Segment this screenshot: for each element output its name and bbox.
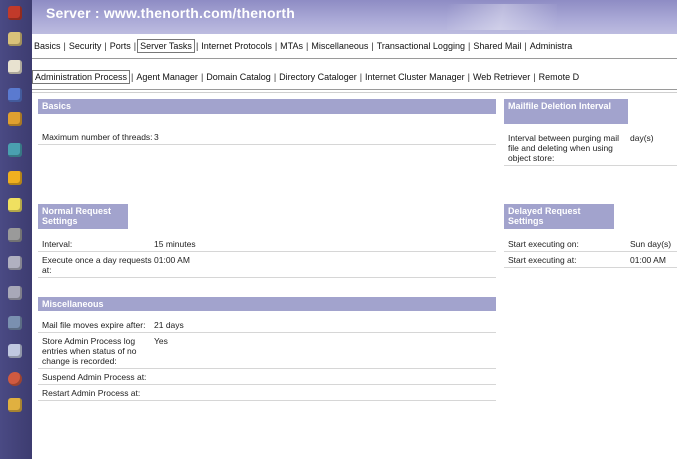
database-icon[interactable] [8,6,22,20]
field-row: Interval: 15 minutes [38,236,496,252]
section-header: Basics [38,99,496,114]
field-label: Store Admin Process log entries when sta… [42,336,137,366]
document-icon[interactable] [8,143,22,157]
primary-tab[interactable]: Basics [32,39,63,53]
calendar-icon[interactable] [8,60,22,74]
section-header: Delayed Request Settings [504,204,614,229]
window-title: Server : www.thenorth.com/thenorth [46,5,295,21]
field-value: Yes [154,336,168,346]
section-header: Normal Request Settings [38,204,128,229]
chart-icon[interactable] [8,228,22,242]
basics-section: Basics Maximum number of threads: 3 [38,99,496,145]
field-label: Maximum number of threads: [42,132,153,142]
field-row: Restart Admin Process at: [38,385,496,401]
field-value: 01:00 AM [154,255,190,265]
secondary-tab[interactable]: Remote D [537,70,582,84]
field-label: Suspend Admin Process at: [42,372,147,382]
secondary-tab[interactable]: Domain Catalog [204,70,273,84]
primary-tab[interactable]: Server Tasks [137,39,195,53]
primary-tab[interactable]: Internet Protocols [199,39,274,53]
divider [32,58,677,59]
secondary-tab-strip: Administration Process | Agent Manager | Dom… [32,70,677,86]
launcher-bar [0,0,32,459]
network-icon[interactable] [8,198,22,212]
section-header: Miscellaneous [38,297,496,311]
primary-tab[interactable]: Ports [108,39,133,53]
field-label: Restart Admin Process at: [42,388,141,398]
field-row: Store Admin Process log entries when sta… [38,333,496,369]
field-value: 3 [154,132,159,142]
secondary-tab[interactable]: Agent Manager [134,70,200,84]
field-value [154,388,496,398]
help-icon[interactable] [8,344,22,358]
divider [32,92,677,93]
primary-tab[interactable]: Administra [528,39,575,53]
toolbox-icon[interactable] [8,398,22,412]
miscellaneous-section: Miscellaneous Mail file moves expire aft… [38,297,496,401]
divider [32,89,677,90]
mail-icon[interactable] [8,32,22,46]
primary-tab[interactable]: MTAs [278,39,305,53]
field-value: 01:00 AM [630,255,666,265]
field-row: Interval between purging mail file and d… [504,130,677,166]
globe-icon[interactable] [8,88,22,102]
primary-tab[interactable]: Transactional Logging [375,39,467,53]
field-label: Mail file moves expire after: [42,320,146,330]
title-watermark [447,4,557,30]
field-label: Start executing on: [508,239,579,249]
field-value: 15 minutes [154,239,196,249]
field-value: Sun day(s) [630,239,672,249]
field-label: Start executing at: [508,255,577,265]
field-row: Mail file moves expire after: 21 days [38,317,496,333]
field-row: Start executing at: 01:00 AM [504,252,677,268]
field-value [154,372,496,382]
secondary-tab[interactable]: Internet Cluster Manager [363,70,467,84]
settings-icon[interactable] [8,316,22,330]
secondary-tab[interactable]: Directory Cataloger [277,70,359,84]
field-label: Interval between purging mail file and d… [508,133,620,163]
field-label: Execute once a day requests at: [42,255,152,275]
field-row: Start executing on: Sun day(s) [504,236,677,252]
print-icon[interactable] [8,286,22,300]
field-value: day(s) [630,133,654,143]
disk-icon[interactable] [8,256,22,270]
search-icon[interactable] [8,372,22,386]
primary-tab-strip: Basics | Security | Ports | Server Tasks | Inter… [32,39,677,55]
field-label: Interval: [42,239,73,249]
server-document-window: Server : www.thenorth.com/thenorth Basic… [32,0,677,459]
server-icon[interactable] [8,112,22,126]
title-bar: Server : www.thenorth.com/thenorth [32,0,677,34]
field-value: 21 days [154,320,184,330]
field-row: Suspend Admin Process at: [38,369,496,385]
field-row: Maximum number of threads: 3 [38,129,496,145]
secondary-tab[interactable]: Web Retriever [471,70,532,84]
mailfile-deletion-section: Mailfile Deletion Interval Interval betw… [504,99,677,166]
primary-tab[interactable]: Security [67,39,104,53]
primary-tab[interactable]: Shared Mail [471,39,523,53]
secondary-tab[interactable]: Administration Process [32,70,131,84]
section-header: Mailfile Deletion Interval [504,99,628,124]
primary-tab[interactable]: Miscellaneous [309,39,370,53]
delayed-request-section: Delayed Request Settings Start executing… [504,204,677,268]
normal-request-section: Normal Request Settings Interval: 15 minu… [38,204,496,278]
field-row: Execute once a day requests at: 01:00 AM [38,252,496,278]
folder-icon[interactable] [8,171,22,185]
